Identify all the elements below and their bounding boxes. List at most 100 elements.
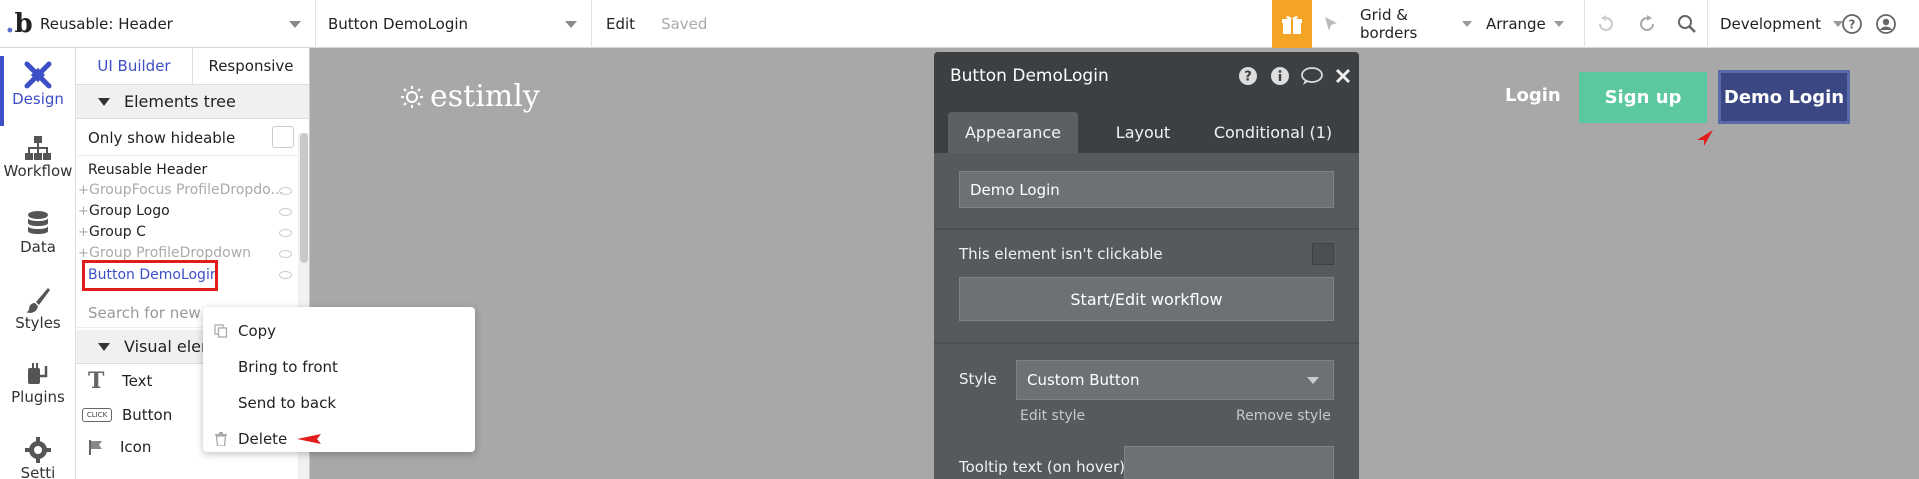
chevron-down-icon [1832, 21, 1843, 27]
plus-icon[interactable]: + [78, 183, 89, 198]
tab-layout[interactable]: Layout [1078, 112, 1208, 153]
visual-item-label: Icon [120, 438, 152, 456]
tree-item[interactable]: + Group C [76, 222, 298, 242]
menu-item-send-to-back[interactable]: Send to back [203, 387, 475, 419]
bubble-logo[interactable]: .b [0, 0, 38, 48]
menu-item-label: Delete [238, 430, 288, 448]
not-clickable-checkbox[interactable] [1312, 243, 1334, 265]
tab-appearance[interactable]: Appearance [948, 112, 1078, 153]
tree-item[interactable]: Reusable Header [76, 160, 298, 180]
menu-item-label: Send to back [238, 394, 337, 412]
selection-highlight [82, 260, 218, 291]
comment-icon[interactable] [1300, 66, 1324, 86]
menu-item-copy[interactable]: Copy [203, 315, 475, 347]
environment-label: Development [1720, 15, 1821, 33]
context-menu: Copy Bring to front Send to back Delete [203, 307, 475, 452]
only-hideable-checkbox[interactable] [272, 126, 294, 148]
left-nav: Design Workflow Data Styles Plugins Sett… [0, 48, 76, 479]
redo-icon[interactable] [1627, 0, 1667, 48]
design-icon [24, 61, 52, 89]
site-login-link[interactable]: Login [1505, 85, 1561, 106]
elements-tree-label: Elements tree [124, 92, 236, 111]
workflow-icon [25, 136, 51, 160]
site-demo-login-button[interactable]: Demo Login [1718, 70, 1850, 124]
only-hideable-label: Only show hideable [88, 128, 236, 147]
nav-plugins-label: Plugins [11, 388, 65, 406]
style-select[interactable]: Custom Button [1016, 360, 1334, 400]
settings-icon [25, 437, 51, 463]
eye-icon[interactable] [279, 187, 292, 195]
site-logo[interactable]: estimly [400, 79, 540, 114]
search-placeholder: Search for new e [88, 303, 215, 322]
eye-icon[interactable] [279, 208, 292, 216]
scrollbar-thumb[interactable] [300, 133, 308, 263]
tooltip-input[interactable] [1124, 446, 1334, 479]
arrange-menu[interactable]: Arrange [1472, 0, 1584, 48]
cursor-icon[interactable] [1312, 0, 1350, 48]
element-select-label: Button DemoLogin [328, 14, 469, 33]
editor-tabs: Appearance Layout Conditional (1) [934, 100, 1359, 153]
nav-data[interactable]: Data [0, 210, 76, 256]
info-icon[interactable] [1270, 66, 1290, 86]
only-hideable-row: Only show hideable [76, 120, 298, 156]
grid-borders-menu[interactable]: Grid & borders [1350, 0, 1472, 48]
button-icon: CLICK [82, 408, 112, 422]
tree-item[interactable]: + GroupFocus ProfileDropdo... [76, 180, 298, 200]
triangle-down-icon [98, 342, 110, 351]
nav-workflow[interactable]: Workflow [0, 134, 76, 180]
text-icon: T [88, 368, 105, 394]
chevron-down-icon [289, 20, 301, 28]
element-select[interactable]: Button DemoLogin [316, 0, 592, 48]
copy-icon [213, 324, 227, 338]
nav-design[interactable]: Design [0, 56, 76, 126]
plus-icon[interactable]: + [78, 225, 89, 240]
eye-icon[interactable] [279, 271, 292, 279]
plus-icon[interactable]: + [78, 246, 89, 261]
environment-select[interactable]: Development [1708, 0, 1843, 48]
visual-item-label: Button [122, 406, 173, 424]
site-logo-text: estimly [430, 79, 540, 114]
undo-icon[interactable] [1585, 0, 1627, 48]
button-text-input[interactable]: Demo Login [959, 171, 1334, 208]
editor-title: Button DemoLogin [950, 66, 1109, 86]
plus-icon[interactable]: + [78, 204, 89, 219]
account-icon[interactable] [1868, 0, 1904, 48]
arrange-label: Arrange [1486, 15, 1546, 33]
plugins-icon [28, 363, 48, 384]
saved-status: Saved [661, 14, 708, 33]
menu-item-bring-to-front[interactable]: Bring to front [203, 351, 475, 383]
elements-tree-header[interactable]: Elements tree [76, 85, 309, 119]
menu-item-label: Bring to front [238, 358, 338, 376]
remove-style-link[interactable]: Remove style [1236, 408, 1331, 424]
not-clickable-label: This element isn't clickable [959, 245, 1163, 263]
tab-ui-builder[interactable]: UI Builder [76, 48, 193, 84]
nav-styles[interactable]: Styles [0, 286, 76, 332]
tree-item-label: Group ProfileDropdown [89, 245, 252, 261]
tab-responsive[interactable]: Responsive [193, 48, 309, 84]
tab-conditional[interactable]: Conditional (1) [1208, 112, 1338, 153]
eye-icon[interactable] [279, 250, 292, 258]
close-icon[interactable] [1334, 67, 1352, 85]
flag-icon [89, 440, 102, 455]
styles-icon [26, 288, 50, 313]
site-signup-button[interactable]: Sign up [1579, 72, 1707, 123]
page-select[interactable]: Reusable: Header [38, 0, 316, 48]
start-edit-workflow-button[interactable]: Start/Edit workflow [959, 277, 1334, 321]
nav-data-label: Data [20, 238, 56, 256]
search-icon[interactable] [1667, 0, 1707, 48]
tree-item-label: Group C [89, 224, 146, 240]
eye-icon[interactable] [279, 229, 292, 237]
tree-item-selected[interactable]: Button DemoLogin [76, 260, 298, 291]
tree-item[interactable]: + Group Logo [76, 201, 298, 221]
edit-menu[interactable]: Edit [606, 15, 635, 33]
data-icon [28, 211, 48, 234]
edit-style-link[interactable]: Edit style [1020, 408, 1085, 424]
editor-header[interactable]: Button DemoLogin ? [934, 52, 1359, 100]
menu-item-delete[interactable]: Delete [203, 423, 475, 455]
help-icon[interactable]: ? [1238, 66, 1258, 86]
nav-plugins[interactable]: Plugins [0, 360, 76, 406]
gift-icon[interactable] [1272, 0, 1312, 48]
nav-settings[interactable]: Setti [0, 436, 76, 479]
red-arrow-icon [1697, 130, 1713, 146]
tree-item-label: GroupFocus ProfileDropdo... [89, 182, 284, 198]
